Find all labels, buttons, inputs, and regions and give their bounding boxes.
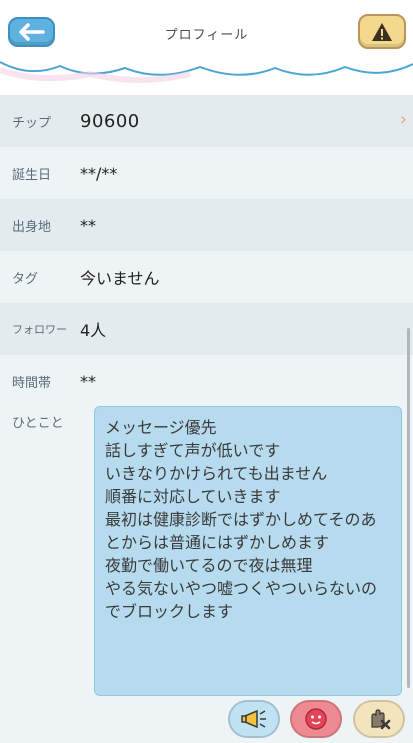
profile-rows: チップ 90600 › 誕生日 **/** 出身地 ** タグ 今いません フォ… bbox=[0, 95, 413, 407]
bio-text: メッセージ優先 話しすぎて声が低いです いきなりかけられても出ません 順番に対応… bbox=[94, 406, 402, 696]
row-hometown: 出身地 ** bbox=[0, 199, 413, 251]
report-button[interactable] bbox=[358, 14, 406, 49]
row-value: ** bbox=[80, 371, 96, 391]
row-tip[interactable]: チップ 90600 › bbox=[0, 95, 413, 147]
row-tag: タグ 今いません bbox=[0, 251, 413, 303]
row-value: 今いません bbox=[80, 269, 160, 288]
row-label: 誕生日 bbox=[12, 167, 52, 183]
row-value: 4人 bbox=[80, 321, 107, 340]
face-icon bbox=[305, 708, 327, 730]
cloud-decoration bbox=[0, 40, 413, 83]
header: プロフィール bbox=[0, 0, 413, 95]
row-value: 90600 bbox=[80, 110, 140, 132]
block-hand-icon bbox=[371, 709, 391, 730]
chevron-right-icon: › bbox=[399, 109, 407, 130]
bio-section: ひとこと メッセージ優先 話しすぎて声が低いです いきなりかけられても出ません … bbox=[0, 397, 413, 707]
scrollbar[interactable] bbox=[407, 328, 410, 688]
bio-label: ひとこと bbox=[12, 416, 64, 431]
row-value: ** bbox=[80, 215, 96, 235]
row-label: 出身地 bbox=[12, 219, 52, 235]
row-value: **/** bbox=[80, 163, 118, 183]
row-label: フォロワー bbox=[12, 323, 67, 336]
favorite-button[interactable] bbox=[290, 700, 342, 738]
block-button[interactable] bbox=[353, 700, 405, 738]
row-label: 時間帯 bbox=[12, 375, 52, 391]
shout-button[interactable] bbox=[228, 700, 280, 738]
row-birthday: 誕生日 **/** bbox=[0, 147, 413, 199]
row-label: タグ bbox=[12, 271, 39, 287]
row-label: チップ bbox=[12, 115, 52, 131]
warning-icon bbox=[372, 22, 392, 41]
page-title: プロフィール bbox=[164, 28, 249, 43]
megaphone-icon bbox=[241, 709, 266, 729]
row-followers: フォロワー 4人 bbox=[0, 303, 413, 355]
